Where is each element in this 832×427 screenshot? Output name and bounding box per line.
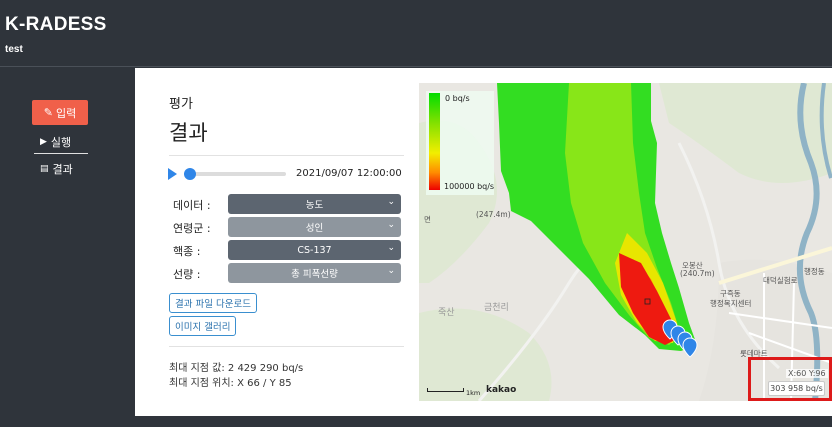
divider (169, 155, 404, 156)
app-header: K-RADESS test (0, 0, 832, 67)
map-place-label: 대덕실험로 (763, 276, 798, 285)
time-slider-thumb[interactable] (184, 168, 196, 180)
bottom-bar (0, 416, 832, 427)
map-place-label: 행정동 (804, 267, 825, 276)
map-place-label: 행정복지센터 (710, 299, 752, 308)
legend-color-bar (429, 93, 440, 190)
app-subtitle: test (5, 44, 23, 55)
data-select-value: 농도 (305, 200, 324, 211)
legend-min-label: 100000 bq/s (444, 182, 495, 191)
dose-label: 선량 : (173, 268, 201, 281)
nav-run-item[interactable]: ▶ 실행 (40, 134, 71, 150)
download-results-button[interactable]: 결과 파일 다운로드 (169, 293, 257, 313)
nav-result-item[interactable]: ▤ 결과 (40, 161, 73, 177)
divider (169, 346, 404, 347)
data-select[interactable]: 농도 ⌄ (228, 194, 401, 214)
map-place-label: (240.7m) (680, 269, 715, 278)
age-group-label: 연령군 : (173, 222, 211, 235)
dose-select-value: 총 피폭선량 (291, 269, 338, 280)
nuclide-label: 핵종 : (173, 245, 201, 258)
max-value-text: 최대 지점 값: 2 429 290 bq/s (169, 363, 304, 374)
sidebar-divider (34, 153, 88, 154)
max-position-text: 최대 지점 위치: X 66 / Y 85 (169, 378, 292, 389)
legend-max-label: 0 bq/s (445, 94, 470, 103)
timestamp: 2021/09/07 12:00:00 (296, 168, 402, 179)
age-group-select[interactable]: 성인 ⌄ (228, 217, 401, 237)
time-slider[interactable] (184, 172, 286, 176)
chevron-down-icon: ⌄ (387, 243, 395, 253)
image-gallery-button[interactable]: 이미지 갤러리 (169, 316, 237, 336)
map-place-label: 죽산 (438, 308, 455, 318)
age-group-select-value: 성인 (305, 223, 324, 234)
map-place-label: 면 (424, 215, 431, 224)
map-scale-bar (427, 388, 464, 392)
file-icon: ▤ (40, 164, 49, 174)
play-icon: ▶ (40, 137, 47, 147)
nav-input-label: 입력 (55, 106, 77, 120)
nuclide-select-value: CS-137 (297, 244, 332, 256)
nav-run-label: 실행 (50, 136, 72, 149)
data-label: 데이터 : (173, 199, 211, 212)
chevron-down-icon: ⌄ (387, 197, 395, 207)
app-title: K-RADESS (5, 14, 107, 35)
map-place-label: (247.4m) (476, 210, 511, 219)
readout-highlight-box (748, 357, 832, 401)
section-subtitle: 결과 (169, 121, 208, 145)
dose-select[interactable]: 총 피폭선량 ⌄ (228, 263, 401, 283)
chevron-down-icon: ⌄ (387, 266, 395, 276)
kakao-logo: kakao (486, 385, 517, 395)
section-title: 평가 (169, 97, 193, 112)
play-button[interactable] (168, 168, 177, 180)
nav-input-button[interactable]: ✎ 입력 (32, 100, 88, 125)
edit-icon: ✎ (43, 106, 53, 119)
chevron-down-icon: ⌄ (387, 220, 395, 230)
map-place-label: 금천리 (484, 303, 509, 313)
nav-result-label: 결과 (52, 163, 73, 176)
nuclide-select[interactable]: CS-137 ⌄ (228, 240, 401, 260)
map-scale-label: 1km (466, 389, 481, 397)
